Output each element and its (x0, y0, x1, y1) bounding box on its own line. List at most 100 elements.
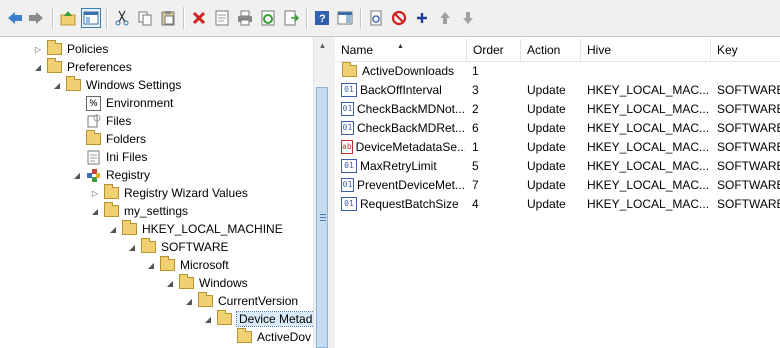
column-header-order[interactable]: Order (467, 39, 521, 61)
item-key: SOFTWARE\ (717, 158, 780, 173)
expanded-arrow-icon[interactable]: ◢ (90, 207, 100, 216)
tree-item-preferences[interactable]: ◢ Preferences (33, 58, 132, 76)
toolbar: ? (0, 0, 780, 37)
refresh-icon[interactable] (258, 8, 278, 28)
expanded-arrow-icon[interactable]: ◢ (127, 243, 137, 252)
expanded-arrow-icon[interactable]: ◢ (52, 81, 62, 90)
scroll-up-arrow-icon[interactable]: ▲ (314, 37, 331, 54)
column-label: Key (717, 43, 738, 57)
list-item[interactable]: ActiveDownloads 1 (335, 61, 780, 80)
scrollbar-thumb[interactable] (316, 87, 328, 348)
expanded-arrow-icon[interactable]: ◢ (184, 297, 194, 306)
item-hive: HKEY_LOCAL_MAC... (587, 158, 710, 173)
tree-item-registry-wizard-values[interactable]: ▷ Registry Wizard Values (90, 184, 248, 202)
folder-icon (66, 76, 81, 91)
tree-item-device-metadata[interactable]: ◢ Device Metad (203, 310, 313, 328)
scrollbar-grip-icon (320, 214, 326, 222)
tree-item-activedownloads[interactable]: ActiveDov (237, 328, 311, 346)
tree-item-windows-settings[interactable]: ◢ Windows Settings (52, 76, 181, 94)
item-name: ActiveDownloads (362, 63, 455, 78)
item-hive: HKEY_LOCAL_MAC... (587, 82, 710, 97)
move-up-arrow-icon[interactable] (435, 8, 455, 28)
tree-item-windows[interactable]: ◢ Windows (165, 274, 248, 292)
registry-dword-icon: 01 (341, 101, 354, 116)
item-order: 1 (472, 63, 479, 78)
cut-icon[interactable] (112, 8, 132, 28)
tree-item-software[interactable]: ◢ SOFTWARE (127, 238, 229, 256)
tree-item-currentversion[interactable]: ◢ CurrentVersion (184, 292, 298, 310)
folder-icon (104, 202, 119, 217)
help-icon[interactable]: ? (312, 8, 332, 28)
item-order: 4 (472, 196, 479, 211)
export-list-icon[interactable] (281, 8, 301, 28)
delete-icon[interactable] (189, 8, 209, 28)
tree-item-my-settings[interactable]: ◢ my_settings (90, 202, 188, 220)
print-icon[interactable] (235, 8, 255, 28)
expanded-arrow-icon[interactable]: ◢ (33, 63, 43, 72)
expanded-arrow-icon[interactable]: ◢ (72, 171, 82, 180)
tree-item-label: Windows (199, 276, 248, 290)
tree-vertical-scrollbar[interactable]: ▲ (313, 37, 331, 348)
list-item[interactable]: 01 RequestBatchSize 4 Update HKEY_LOCAL_M… (335, 194, 780, 213)
back-arrow-icon[interactable] (5, 8, 25, 28)
column-label: Order (473, 43, 504, 57)
tree-item-label: Folders (106, 132, 147, 146)
list-item[interactable]: 01 BackOffInterval 3 Update HKEY_LOCAL_MA… (335, 80, 780, 99)
registry-dword-icon: 01 (341, 196, 357, 211)
tree-item-folders[interactable]: Folders (86, 130, 146, 148)
folder-icon (104, 184, 119, 199)
tree-item-hkey-local-machine[interactable]: ◢ HKEY_LOCAL_MACHINE (108, 220, 283, 238)
item-key: SOFTWARE\ (717, 139, 780, 154)
registry-icon (86, 168, 101, 183)
tree-item-microsoft[interactable]: ◢ Microsoft (146, 256, 229, 274)
tree-item-label: Ini Files (106, 150, 148, 164)
disable-item-icon[interactable] (389, 8, 409, 28)
collapsed-arrow-icon[interactable]: ▷ (33, 45, 43, 54)
list-item[interactable]: 01 CheckBackMDNot... 2 Update HKEY_LOCAL_… (335, 99, 780, 118)
column-header-name[interactable]: Name ▲ (335, 39, 467, 61)
tree-item-files[interactable]: Files (86, 112, 131, 130)
collapsed-arrow-icon[interactable]: ▷ (90, 189, 100, 198)
tree-item-policies[interactable]: ▷ Policies (33, 40, 108, 58)
list-item[interactable]: 01 CheckBackMDRet... 6 Update HKEY_LOCAL_… (335, 118, 780, 137)
tree-item-ini-files[interactable]: Ini Files (86, 148, 147, 166)
item-name: RequestBatchSize (360, 196, 459, 211)
move-down-arrow-icon[interactable] (458, 8, 478, 28)
tree-item-registry[interactable]: ◢ Registry (72, 166, 150, 184)
expanded-arrow-icon[interactable]: ◢ (146, 261, 156, 270)
properties-icon[interactable] (212, 8, 232, 28)
files-icon (86, 114, 101, 129)
column-header-action[interactable]: Action (521, 39, 581, 61)
expanded-arrow-icon[interactable]: ◢ (108, 225, 118, 234)
expanded-arrow-icon[interactable]: ◢ (165, 279, 175, 288)
item-key: SOFTWARE\ (717, 101, 780, 116)
item-name: BackOffInterval (360, 82, 442, 97)
tree-item-environment[interactable]: % Environment (86, 94, 173, 112)
paste-icon[interactable] (158, 8, 178, 28)
tree-item-label: Device Metad (235, 311, 313, 327)
folder-icon (179, 274, 194, 289)
item-name: PreventDeviceMet... (356, 177, 465, 192)
up-level-folder-icon[interactable] (58, 8, 78, 28)
copy-icon[interactable] (135, 8, 155, 28)
item-hive: HKEY_LOCAL_MAC... (587, 120, 710, 135)
add-item-icon[interactable] (412, 8, 432, 28)
column-header-key[interactable]: Key (711, 39, 780, 61)
tree-item-label: CurrentVersion (218, 294, 299, 308)
folder-icon (160, 256, 175, 271)
item-key: SOFTWARE\ (717, 196, 780, 211)
tree-item-label: Policies (67, 42, 109, 56)
new-item-icon[interactable] (366, 8, 386, 28)
tree-item-label: Windows Settings (86, 78, 182, 92)
details-list: Name ▲ Order Action Hive Key ActiveDownl… (335, 37, 780, 348)
item-order: 7 (472, 177, 479, 192)
expanded-arrow-icon[interactable]: ◢ (203, 315, 213, 324)
list-item[interactable]: 01 PreventDeviceMet... 7 Update HKEY_LOCA… (335, 175, 780, 194)
column-header-hive[interactable]: Hive (581, 39, 711, 61)
list-item[interactable]: 01 MaxRetryLimit 5 Update HKEY_LOCAL_MAC.… (335, 156, 780, 175)
item-action: Update (527, 139, 566, 154)
show-hide-action-pane-icon[interactable] (335, 8, 355, 28)
list-item[interactable]: ab DeviceMetadataSe... 1 Update HKEY_LOCA… (335, 137, 780, 156)
show-hide-tree-icon[interactable] (81, 8, 101, 28)
forward-arrow-icon[interactable] (26, 8, 46, 28)
